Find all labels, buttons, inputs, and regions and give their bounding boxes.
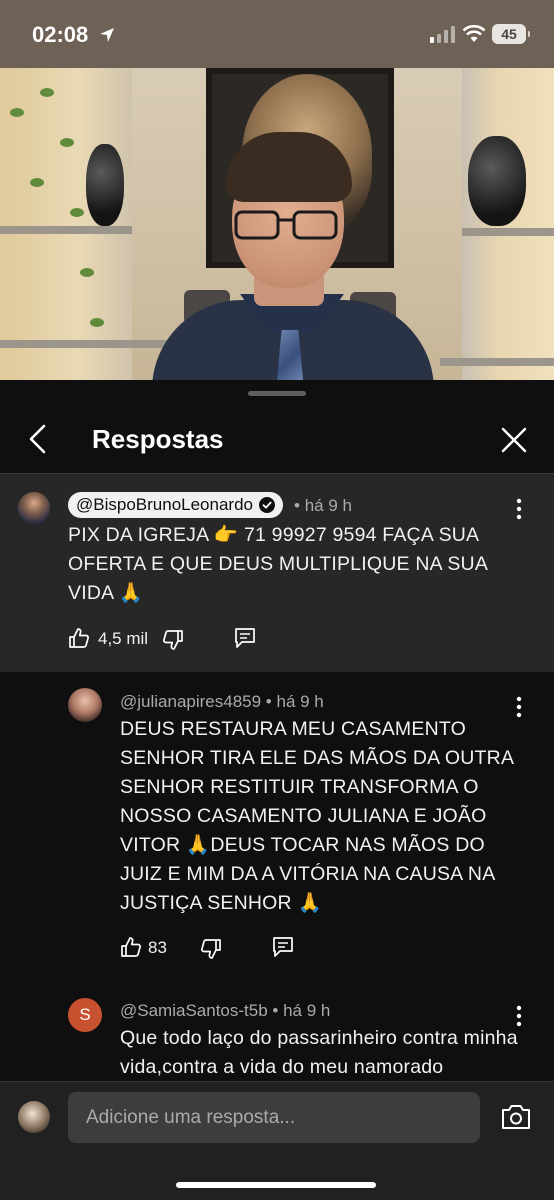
more-options-icon[interactable] bbox=[516, 498, 522, 520]
black-vase bbox=[468, 136, 526, 226]
camera-icon[interactable] bbox=[500, 1103, 532, 1131]
close-icon[interactable] bbox=[500, 426, 528, 454]
dislike-icon[interactable] bbox=[162, 629, 184, 651]
glasses-icon bbox=[234, 210, 338, 240]
shelf-board bbox=[0, 340, 170, 348]
status-bar: 02:08 45 bbox=[0, 0, 554, 68]
comment-author: @BispoBrunoLeonardo bbox=[76, 495, 253, 514]
reply-input[interactable] bbox=[68, 1092, 480, 1143]
shelf-board bbox=[440, 358, 554, 366]
leaf bbox=[40, 88, 54, 97]
reply-author-meta: @julianapires4859 • há 9 h bbox=[120, 692, 324, 711]
reply-time: há 9 h bbox=[283, 1001, 331, 1020]
reply-time: há 9 h bbox=[276, 692, 324, 711]
back-arrow-icon[interactable] bbox=[26, 424, 52, 454]
video-player[interactable] bbox=[0, 68, 554, 380]
cell-signal-icon bbox=[430, 26, 455, 43]
wifi-icon bbox=[462, 25, 486, 42]
avatar[interactable]: S bbox=[68, 998, 102, 1032]
avatar bbox=[18, 1101, 50, 1133]
leaf bbox=[90, 318, 104, 327]
like-icon[interactable] bbox=[68, 627, 90, 649]
reply-text: Que todo laço do passarinheiro contra mi… bbox=[120, 1027, 518, 1078]
shelf-board bbox=[0, 226, 132, 234]
like-icon[interactable] bbox=[120, 936, 142, 958]
comment-author-badge[interactable]: @BispoBrunoLeonardo bbox=[68, 492, 283, 518]
leaf bbox=[70, 208, 84, 217]
avatar[interactable] bbox=[68, 688, 102, 722]
page-title: Respostas bbox=[92, 424, 224, 454]
leaf bbox=[30, 178, 44, 187]
leaf bbox=[60, 138, 74, 147]
shelf-board bbox=[462, 228, 554, 236]
home-indicator[interactable] bbox=[176, 1182, 376, 1188]
status-time: 02:08 bbox=[32, 22, 89, 47]
leaf bbox=[80, 268, 94, 277]
reply-icon[interactable] bbox=[272, 936, 294, 958]
dislike-icon[interactable] bbox=[200, 938, 222, 960]
reply-icon[interactable] bbox=[234, 627, 256, 649]
reply-author[interactable]: @SamiaSantos-t5b bbox=[120, 1001, 268, 1020]
reply-text: DEUS RESTAURA MEU CASAMENTO SENHOR TIRA … bbox=[120, 718, 514, 914]
comment-time: • há 9 h bbox=[294, 496, 352, 515]
reply-author-meta: @SamiaSantos-t5b • há 9 h bbox=[120, 1001, 331, 1020]
comment-text: PIX DA IGREJA 👉 71 99927 9594 FAÇA SUA O… bbox=[68, 524, 487, 604]
verified-check-icon bbox=[259, 497, 275, 513]
location-arrow-icon bbox=[100, 28, 114, 42]
like-count: 4,5 mil bbox=[98, 629, 149, 648]
battery-icon: 45 bbox=[492, 24, 530, 44]
black-vase bbox=[86, 144, 124, 226]
like-count: 83 bbox=[148, 938, 167, 957]
reply-author[interactable]: @julianapires4859 bbox=[120, 692, 261, 711]
leaf bbox=[10, 108, 24, 117]
drag-handle[interactable] bbox=[248, 391, 306, 396]
avatar[interactable] bbox=[18, 492, 50, 524]
